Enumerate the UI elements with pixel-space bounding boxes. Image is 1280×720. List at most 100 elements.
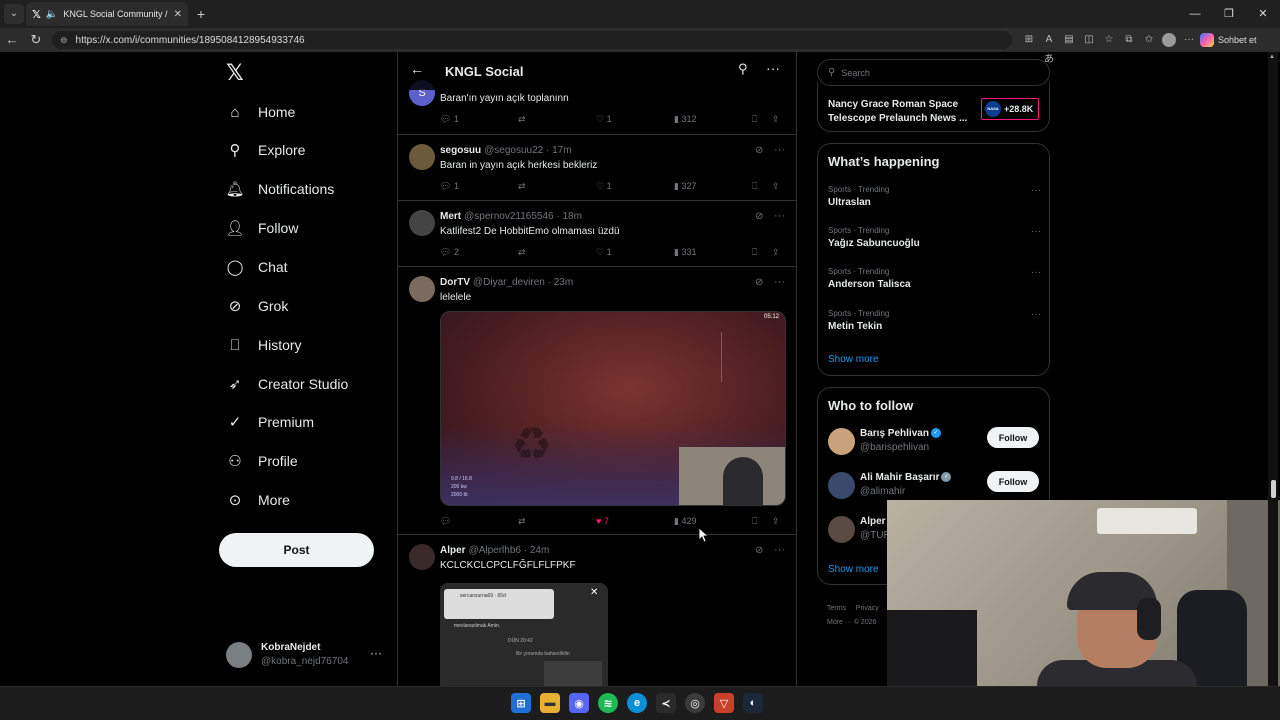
tweet-video[interactable]: ♻ 05:12 9.8 / 16.8 200 kw 2000 tb <box>440 311 786 506</box>
share-icon[interactable]: ⇪ <box>772 516 780 527</box>
grok-icon[interactable]: ⊘ <box>755 145 763 156</box>
author-name[interactable]: segosuu <box>440 145 481 156</box>
bookmark-icon[interactable]: ⎕ <box>752 114 757 125</box>
nav-premium[interactable]: ✓ Premium <box>226 407 314 437</box>
post-button[interactable]: Post <box>219 533 374 567</box>
author-name[interactable]: Alper <box>440 545 466 556</box>
split-screen-icon[interactable]: ◫ <box>1082 30 1096 50</box>
steam-icon[interactable]: ◐ <box>743 693 763 713</box>
trend-item[interactable]: Sports · Trending Anderson Talisca ··· <box>828 267 1041 297</box>
grok-icon[interactable]: ⊘ <box>755 545 763 556</box>
follow-suggestion[interactable]: Barış Pehlivan ✓ @barispehlivan Follow <box>828 426 1041 460</box>
privacy-link[interactable]: Privacy <box>856 605 879 612</box>
favorite-star-icon[interactable]: ☆ <box>1102 30 1116 50</box>
live-event-card[interactable]: Nancy Grace Roman Space Telescope Prelau… <box>817 82 1050 132</box>
nav-profile[interactable]: ⚇ Profile <box>226 446 297 476</box>
nav-creator-studio[interactable]: ➶ Creator Studio <box>226 369 349 399</box>
avatar[interactable] <box>828 472 855 499</box>
edge-icon[interactable]: e <box>627 693 647 713</box>
bookmark-icon[interactable]: ⎕ <box>752 516 757 527</box>
share-icon[interactable]: ⇪ <box>772 247 780 258</box>
trend-item[interactable]: Sports · Trending Ultraslan ··· <box>828 185 1041 215</box>
tweet[interactable]: DorTV @Diyar_deviren · 23m ⊘ ··· lelelele… <box>398 267 796 535</box>
avatar[interactable] <box>409 210 435 236</box>
bookmark-icon[interactable]: ⎕ <box>752 181 757 192</box>
views-icon[interactable]: ▮ 331 <box>674 247 696 258</box>
author-handle[interactable]: @Alperlhb6 · 24m <box>469 545 550 556</box>
url-field[interactable]: ⊜ https://x.com/i/communities/1895084128… <box>52 31 1012 49</box>
more-icon[interactable]: ··· <box>1031 185 1041 196</box>
search-field[interactable]: ⚲ <box>817 59 1050 86</box>
search-icon[interactable]: ⚲ <box>738 61 748 77</box>
back-arrow-icon[interactable]: ← <box>410 61 424 77</box>
views-icon[interactable]: ▮ 327 <box>674 181 696 192</box>
tweet[interactable]: Mert @spernov21165546 · 18m ⊘ ··· Katlife… <box>398 201 796 267</box>
more-icon[interactable]: ··· <box>766 60 780 76</box>
views-icon[interactable]: ▮ 429 <box>674 516 696 527</box>
account-more-icon[interactable]: ··· <box>370 646 382 660</box>
more-icon[interactable]: ··· <box>774 544 785 556</box>
live-listener-badge[interactable]: NASA +28.8K <box>981 98 1039 120</box>
brave-icon[interactable]: ▽ <box>714 693 734 713</box>
tab-actions-menu[interactable]: ⌄ <box>4 4 24 24</box>
refresh-icon[interactable]: ↻ <box>26 30 46 50</box>
tweet[interactable]: Alper @Alperlhb6 · 24m ⊘ ··· KCLCKCLCPCLF… <box>398 535 796 686</box>
audio-playing-icon[interactable]: 🔈 <box>46 9 58 20</box>
author-handle[interactable]: @Diyar_deviren · 23m <box>473 277 573 288</box>
author-handle[interactable]: @spernov21165546 · 18m <box>464 211 582 222</box>
translate-icon[interactable]: Aあ <box>1042 30 1056 65</box>
more-icon[interactable]: ··· <box>774 144 785 156</box>
more-icon[interactable]: ··· <box>1031 309 1041 320</box>
grok-icon[interactable]: ⊘ <box>755 211 763 222</box>
site-info-icon[interactable]: ⊜ <box>60 35 68 46</box>
show-more-link[interactable]: Show more <box>828 354 879 365</box>
spotify-icon[interactable]: ≋ <box>598 693 618 713</box>
browser-tab[interactable]: 𝕏 🔈 KNGL Social Community / X ✕ <box>26 2 188 26</box>
more-icon[interactable]: ··· <box>774 276 785 288</box>
new-tab-button[interactable]: + <box>194 4 208 24</box>
file-explorer-icon[interactable]: ▬ <box>540 693 560 713</box>
reply-icon[interactable]: 💬︎ 2 <box>440 247 459 258</box>
tweet-image[interactable]: sercanzurna69 · 65d ✕ mevlanaolmak Amin.… <box>440 583 608 686</box>
follow-button[interactable]: Follow <box>987 427 1039 448</box>
views-icon[interactable]: ▮ 312 <box>674 114 696 125</box>
nav-home[interactable]: ⌂ Home <box>226 97 295 127</box>
more-icon[interactable]: ··· <box>774 210 785 222</box>
grok-icon[interactable]: ⊘ <box>755 277 763 288</box>
share-icon[interactable]: ⇪ <box>772 114 780 125</box>
liked-heart-icon[interactable]: ♥ 7 <box>596 516 609 526</box>
nav-grok[interactable]: ⊘ Grok <box>226 291 289 321</box>
scrollbar-thumb[interactable] <box>1271 480 1276 498</box>
follow-button[interactable]: Follow <box>987 471 1039 492</box>
back-icon[interactable]: ← <box>2 30 22 50</box>
search-input[interactable] <box>841 67 1022 78</box>
reply-icon[interactable]: 💬︎ 1 <box>440 181 459 192</box>
trend-item[interactable]: Sports · Trending Yağız Sabuncuoğlu ··· <box>828 226 1041 256</box>
windows-start-icon[interactable]: ⊞ <box>511 693 531 713</box>
discord-icon[interactable]: ◉ <box>569 693 589 713</box>
avatar[interactable] <box>409 144 435 170</box>
app-available-icon[interactable]: ⊞ <box>1022 30 1036 50</box>
scroll-up-icon[interactable]: ▲ <box>1269 54 1275 60</box>
more-icon[interactable]: ··· <box>1031 267 1041 278</box>
favorites-icon[interactable]: ✩ <box>1142 30 1156 50</box>
profile-avatar[interactable] <box>1162 33 1176 47</box>
maximize-button[interactable]: ❐ <box>1212 0 1246 28</box>
repost-icon[interactable]: ⇄ <box>518 114 526 125</box>
nav-more[interactable]: ⊙ More <box>226 485 290 515</box>
author-handle[interactable]: @segosuu22 · 17m <box>484 145 571 156</box>
close-tab-icon[interactable]: ✕ <box>174 9 182 20</box>
obs-icon[interactable]: ◎ <box>685 693 705 713</box>
repost-icon[interactable]: ⇄ <box>518 181 526 192</box>
terms-link[interactable]: Terms <box>827 605 846 612</box>
repost-icon[interactable]: ⇄ <box>518 247 526 258</box>
nav-follow[interactable]: 👤︎ Follow <box>225 213 298 243</box>
like-icon[interactable]: ♡ 1 <box>596 247 612 258</box>
like-icon[interactable]: ♡ 1 <box>596 181 612 192</box>
more-icon[interactable]: ··· <box>1031 226 1041 237</box>
x-logo-icon[interactable]: 𝕏 <box>226 60 244 86</box>
reply-icon[interactable]: 💬︎ 1 <box>440 114 459 125</box>
bookmark-icon[interactable]: ⎕ <box>752 247 757 258</box>
author-name[interactable]: DorTV <box>440 277 470 288</box>
nav-chat[interactable]: ◯ Chat <box>226 252 288 282</box>
